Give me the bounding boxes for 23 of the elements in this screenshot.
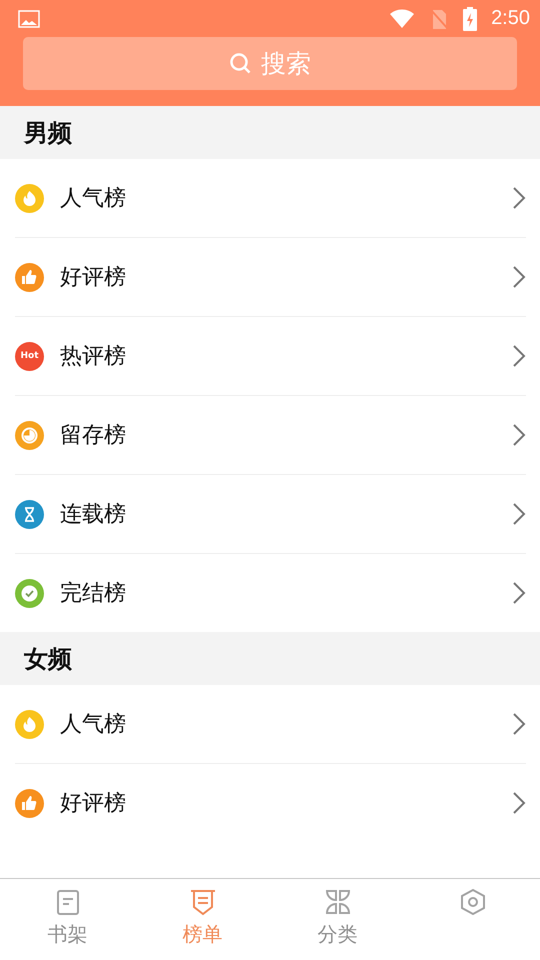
chevron-right-icon [512,581,526,605]
list-item[interactable]: 好评榜 [15,763,526,842]
list-item[interactable]: 好评榜 [15,237,526,316]
battery-icon [463,6,478,30]
clock-time: 2:50 [491,7,530,30]
search-icon [229,52,253,76]
section-header: 男频 [0,106,540,159]
list-item[interactable]: 留存榜 [15,395,526,474]
chevron-right-icon [512,423,526,447]
chevron-right-icon [512,502,526,526]
chevron-right-icon [512,186,526,210]
wifi-icon [389,8,416,28]
section-header: 女频 [0,632,540,685]
list-item[interactable]: 连载榜 [15,474,526,553]
image-icon [18,10,40,28]
chevron-right-icon [512,712,526,736]
chevron-right-icon [512,265,526,289]
hot-badge: Hot [15,342,44,370]
chevron-right-icon [512,344,526,368]
list-item[interactable]: Hot 热评榜 [15,316,526,395]
list-item[interactable]: 人气榜 [15,159,526,237]
chevron-right-icon [512,791,526,815]
list-item[interactable]: 人气榜 [15,685,526,763]
